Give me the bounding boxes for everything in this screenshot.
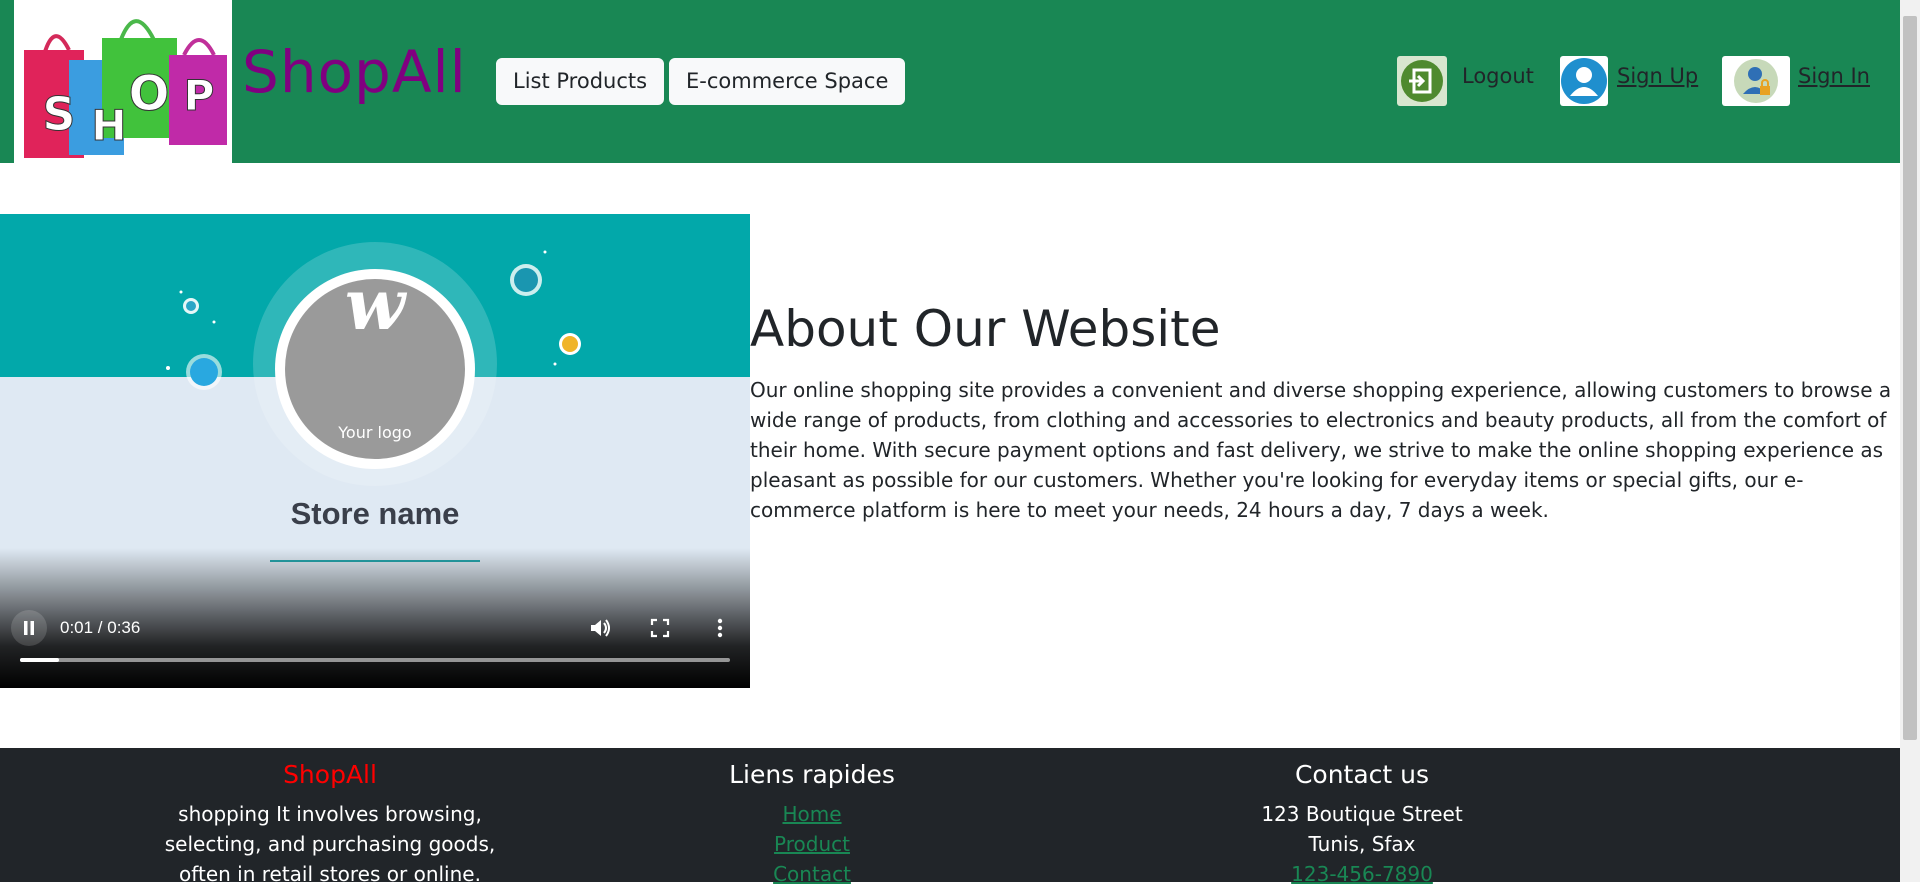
signin-link[interactable]: Sign In <box>1798 64 1870 88</box>
footer-brand-column: ShopAll shopping It involves browsing, s… <box>130 760 530 889</box>
footer-brand-line: selecting, and purchasing goods, <box>164 832 496 856</box>
signin-user-lock-icon[interactable] <box>1722 56 1790 106</box>
footer-brand-line: shopping It involves browsing, <box>178 802 482 826</box>
site-footer: ShopAll shopping It involves browsing, s… <box>0 748 1900 886</box>
quick-links-title: Liens rapides <box>729 760 895 789</box>
list-products-button[interactable]: List Products <box>496 58 665 105</box>
brand-title: ShopAll <box>242 38 467 106</box>
shop-logo[interactable]: S H O P <box>14 0 232 163</box>
footer-link-contact[interactable]: Contact <box>662 859 962 889</box>
ecommerce-space-button[interactable]: E-commerce Space <box>669 58 906 105</box>
promo-video[interactable]: w Your logo Store name 0:01 / 0:36 <box>0 214 750 688</box>
logo-letter: O <box>129 66 170 122</box>
video-time: 0:01 / 0:36 <box>60 618 141 637</box>
footer-quick-links: Liens rapides Home Product Contact <box>662 760 962 889</box>
footer-brand-title: ShopAll <box>283 760 377 789</box>
footer-brand-line: often in retail stores or online. <box>179 862 481 886</box>
page-scrollbar[interactable] <box>1900 0 1920 882</box>
signup-link[interactable]: Sign Up <box>1617 64 1698 88</box>
logo-letter: S <box>42 87 75 141</box>
scrollbar-thumb[interactable] <box>1903 16 1917 740</box>
video-progress-fill <box>20 658 60 662</box>
about-text: Our online shopping site provides a conv… <box>750 378 1892 522</box>
volume-icon[interactable] <box>582 610 618 646</box>
footer-link-product[interactable]: Product <box>662 829 962 859</box>
site-header: S H O P ShopAll List Products E-commerce… <box>0 0 1900 163</box>
about-title: About Our Website <box>750 300 1221 358</box>
store-name: Store name <box>290 496 460 531</box>
logout-link[interactable]: Logout <box>1462 64 1534 88</box>
logo-letter: P <box>184 71 215 120</box>
logo-letter: H <box>91 101 126 150</box>
contact-phone-link[interactable]: 123-456-7890 <box>1212 859 1512 889</box>
svg-text:w: w <box>345 263 408 346</box>
footer-contact: Contact us 123 Boutique Street Tunis, Sf… <box>1212 760 1512 889</box>
logout-icon[interactable] <box>1397 56 1447 106</box>
footer-link-home[interactable]: Home <box>662 799 962 829</box>
contact-title: Contact us <box>1294 760 1430 789</box>
signup-user-icon[interactable] <box>1560 56 1608 106</box>
contact-address-line2: Tunis, Sfax <box>1308 832 1416 856</box>
video-progress-bar[interactable] <box>20 658 730 662</box>
fullscreen-icon[interactable] <box>642 610 678 646</box>
your-logo-placeholder: Your logo <box>338 423 412 442</box>
pause-icon[interactable] <box>11 610 47 646</box>
more-options-icon[interactable] <box>702 610 738 646</box>
contact-address-line1: 123 Boutique Street <box>1261 802 1463 826</box>
